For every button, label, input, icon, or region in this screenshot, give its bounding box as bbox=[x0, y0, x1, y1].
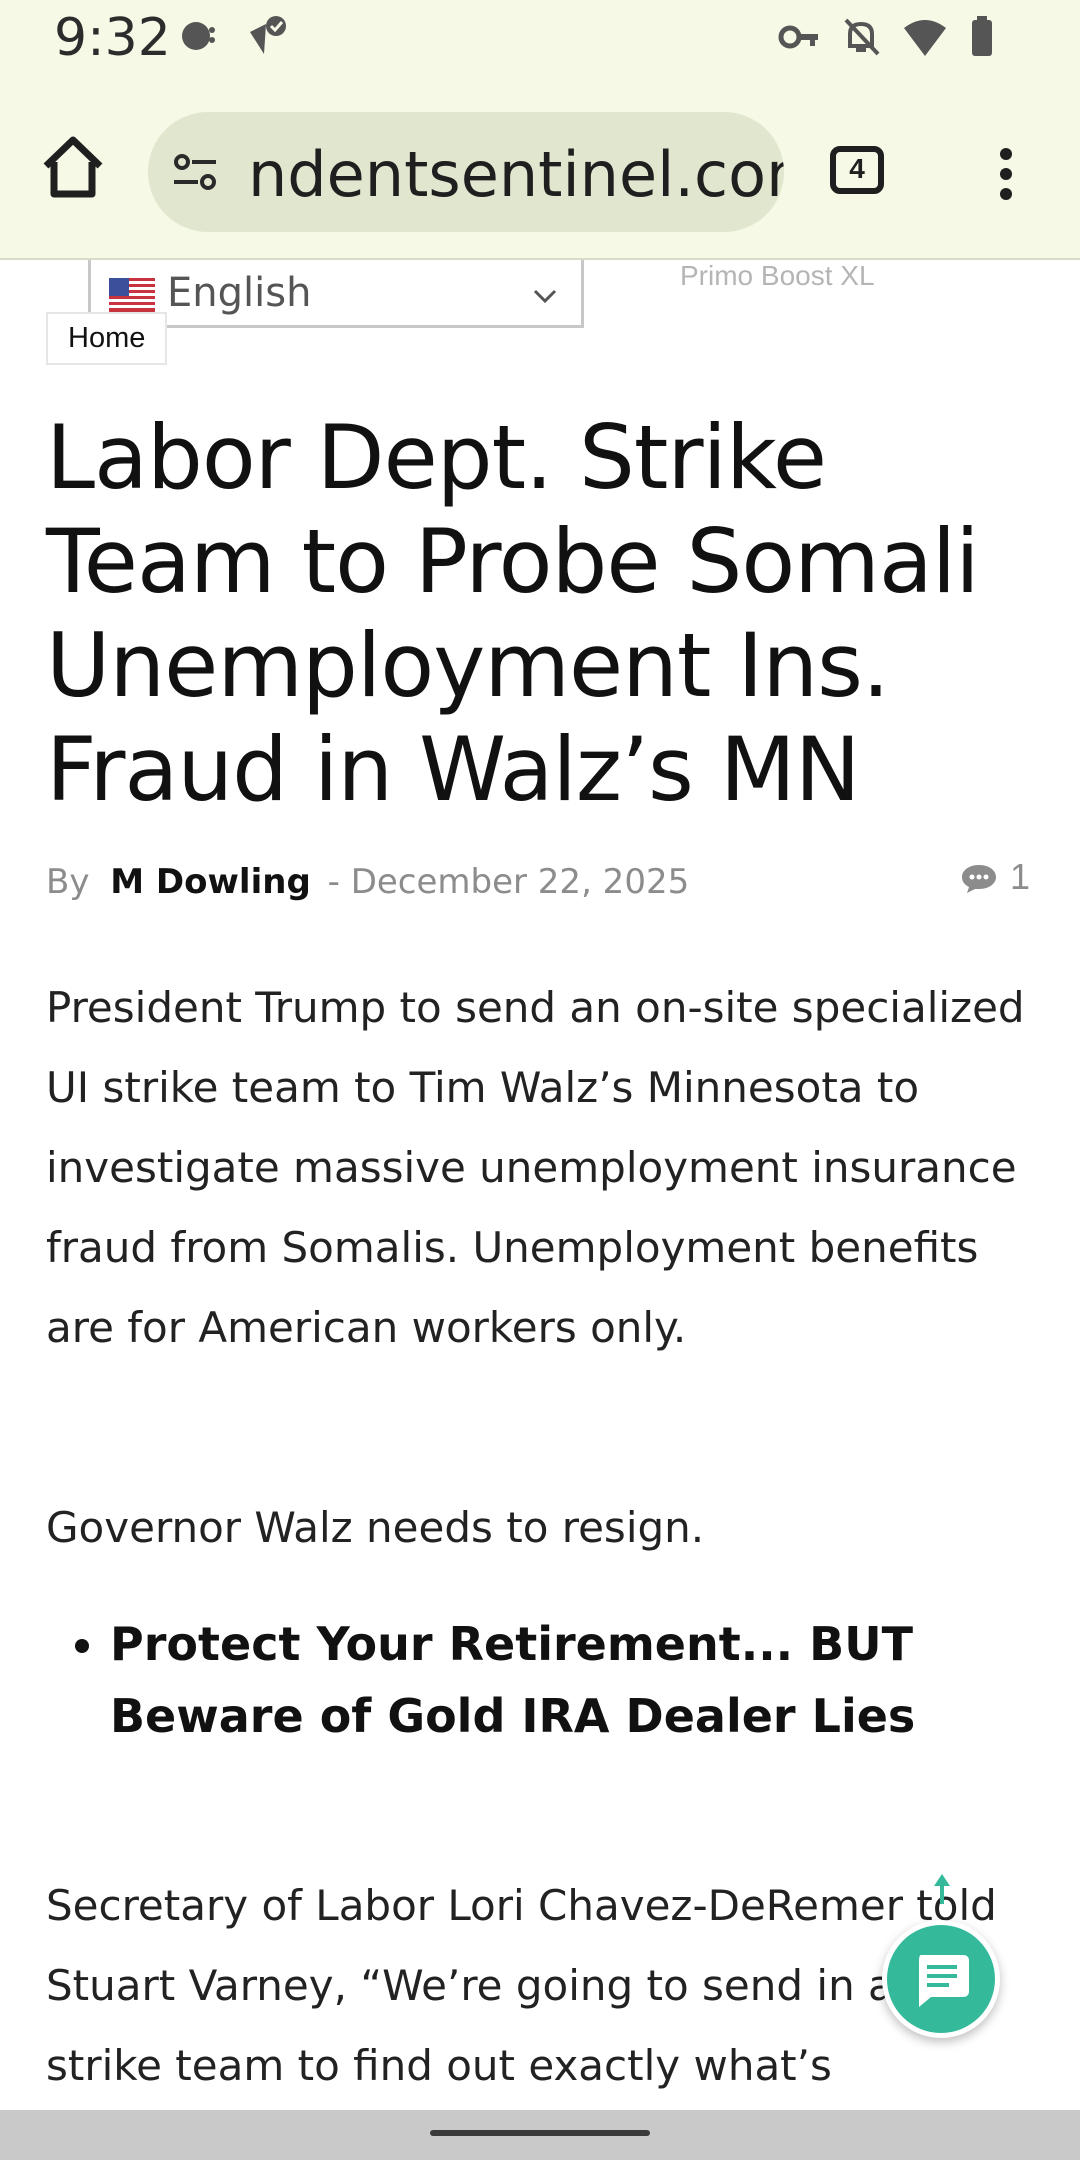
article-paragraph: President Trump to send an on-site speci… bbox=[46, 983, 1025, 1352]
site-info-icon[interactable] bbox=[170, 146, 222, 198]
article-page: Primo Boost XL English Home Labor Dept. … bbox=[0, 260, 1080, 2110]
us-flag-icon bbox=[109, 278, 155, 312]
more-vert-icon[interactable] bbox=[986, 144, 1026, 204]
author-link[interactable]: M Dowling bbox=[110, 862, 311, 902]
article-title: Labor Dept. Strike Team to Probe Somali … bbox=[46, 406, 980, 821]
key-icon bbox=[778, 25, 818, 49]
related-article-link[interactable]: Protect Your Retirement... BUT Beware of… bbox=[110, 1608, 1046, 1752]
chat-bubble-icon bbox=[919, 1955, 969, 2007]
comment-count: 1 bbox=[1010, 856, 1031, 897]
bell-off-icon bbox=[844, 18, 880, 56]
byline-separator: - bbox=[327, 862, 340, 902]
chat-button[interactable] bbox=[882, 1920, 1000, 2038]
breadcrumb-home[interactable]: Home bbox=[46, 312, 168, 365]
battery-icon bbox=[972, 16, 992, 56]
byline-prefix: By bbox=[46, 862, 90, 902]
system-nav-bar bbox=[0, 2110, 1080, 2160]
status-bar: 9:32 bbox=[0, 0, 1080, 80]
chat-notification-icon bbox=[182, 22, 215, 50]
browser-toolbar: ndentsentinel.com 4 bbox=[0, 80, 1080, 260]
primo-boost-link[interactable]: Primo Boost XL bbox=[680, 260, 875, 292]
article-paragraph: Governor Walz needs to resign. bbox=[46, 1503, 705, 1552]
home-icon[interactable] bbox=[38, 132, 108, 202]
byline: By M Dowling - December 22, 2025 bbox=[46, 862, 689, 902]
location-check-icon bbox=[250, 16, 286, 54]
gesture-handle[interactable] bbox=[430, 2130, 650, 2136]
status-time: 9:32 bbox=[54, 8, 171, 68]
chevron-down-icon bbox=[533, 289, 557, 304]
url-text[interactable]: ndentsentinel.com bbox=[248, 138, 784, 211]
language-label: English bbox=[167, 270, 312, 316]
address-bar[interactable]: ndentsentinel.com bbox=[148, 112, 784, 232]
comment-count-link[interactable]: 1 bbox=[960, 856, 1030, 898]
wifi-icon bbox=[904, 20, 946, 56]
related-links-list: Protect Your Retirement... BUT Beware of… bbox=[46, 1608, 1046, 1752]
arrow-up-icon[interactable] bbox=[928, 1872, 956, 1906]
tab-switcher-button[interactable]: 4 bbox=[830, 146, 884, 194]
comment-icon bbox=[962, 865, 996, 894]
publish-date: December 22, 2025 bbox=[350, 862, 690, 902]
